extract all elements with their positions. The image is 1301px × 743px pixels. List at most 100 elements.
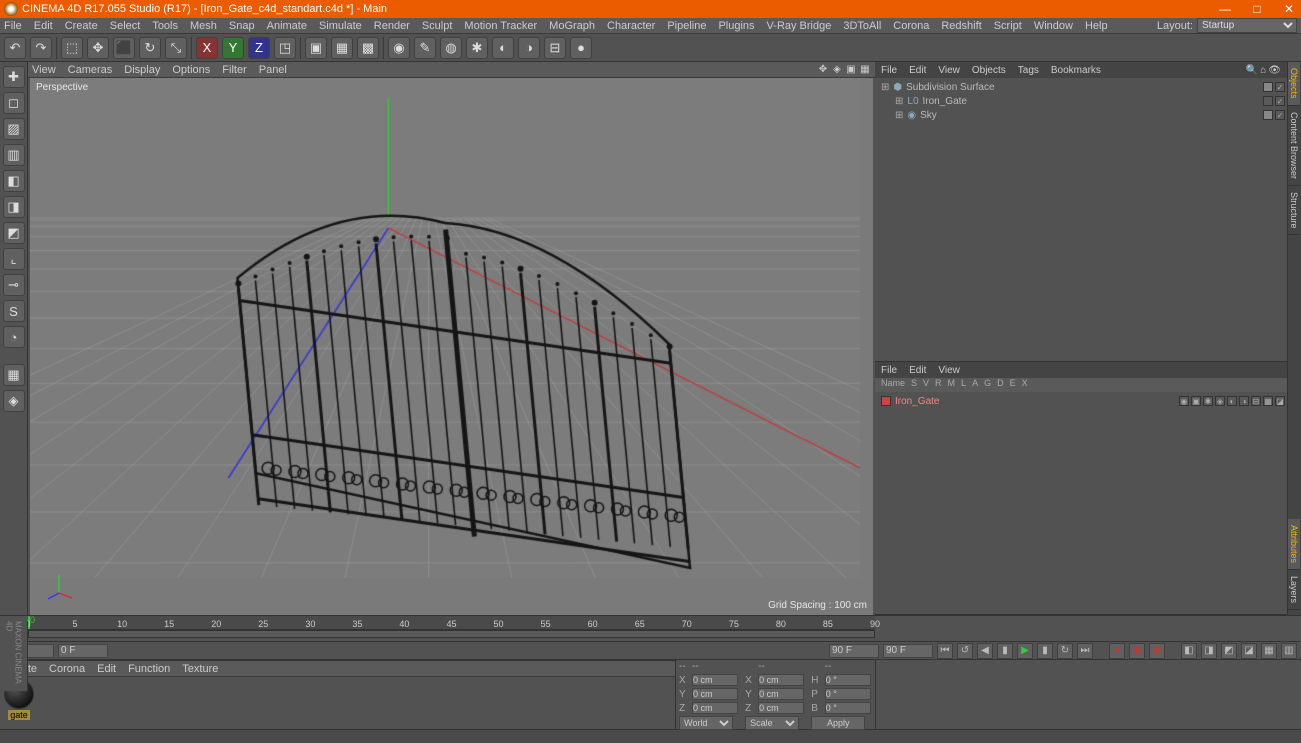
menu-3dtoall[interactable]: 3DToAll bbox=[843, 20, 881, 32]
attr-row-iron_gate[interactable]: Iron_Gate ◉▣✱◈◐◑⊟▦◪ bbox=[877, 394, 1285, 408]
menu-help[interactable]: Help bbox=[1085, 20, 1108, 32]
lefttool-btn-2[interactable]: ▨ bbox=[3, 118, 25, 140]
timeline-ruler[interactable]: 051015202530354045505560657075808590 bbox=[28, 616, 875, 630]
vpmenu-view[interactable]: View bbox=[32, 64, 56, 76]
toolbar-btn-7[interactable]: ⤡ bbox=[165, 37, 187, 59]
menu-pipeline[interactable]: Pipeline bbox=[667, 20, 706, 32]
lefttool-btn-12[interactable]: ▦ bbox=[3, 364, 25, 386]
coord-pos-X[interactable] bbox=[692, 674, 738, 686]
toolbar-btn-6[interactable]: ↻ bbox=[139, 37, 161, 59]
toolbar-btn-22[interactable]: ◐ bbox=[492, 37, 514, 59]
menu-corona[interactable]: Corona bbox=[893, 20, 929, 32]
menu-snap[interactable]: Snap bbox=[229, 20, 255, 32]
toolbar-btn-9[interactable]: X bbox=[196, 37, 218, 59]
toolbar-btn-16[interactable]: ▩ bbox=[357, 37, 379, 59]
lefttool-btn-0[interactable]: ✚ bbox=[3, 66, 25, 88]
keyfilter-btn-1[interactable]: ◨ bbox=[1201, 643, 1217, 659]
toolbar-btn-21[interactable]: ✱ bbox=[466, 37, 488, 59]
maximize-button[interactable]: □ bbox=[1249, 2, 1265, 16]
coord-scale-X[interactable] bbox=[758, 674, 804, 686]
playback-btn-1[interactable]: ↺ bbox=[957, 643, 973, 659]
coord-rot-H[interactable] bbox=[825, 674, 871, 686]
object-row-subdivision-surface[interactable]: ⊞ ⬢ Subdivision Surface ✓ bbox=[877, 80, 1285, 94]
objmgr-menu-objects[interactable]: Objects bbox=[972, 65, 1006, 76]
matmgr-menu-texture[interactable]: Texture bbox=[182, 663, 218, 675]
lefttool-btn-10[interactable]: ◔ bbox=[3, 326, 25, 348]
toolbar-btn-24[interactable]: ⊟ bbox=[544, 37, 566, 59]
menu-script[interactable]: Script bbox=[994, 20, 1022, 32]
menu-v-ray-bridge[interactable]: V-Ray Bridge bbox=[767, 20, 832, 32]
coord-scale-dropdown[interactable]: Scale bbox=[745, 716, 799, 730]
coord-apply-button[interactable]: Apply bbox=[811, 716, 865, 730]
keyfilter-btn-5[interactable]: ▥ bbox=[1281, 643, 1297, 659]
playback-btn-4[interactable]: ▶ bbox=[1017, 643, 1033, 659]
menu-redshift[interactable]: Redshift bbox=[941, 20, 981, 32]
objmgr-menu-tags[interactable]: Tags bbox=[1018, 65, 1039, 76]
menu-render[interactable]: Render bbox=[374, 20, 410, 32]
frame-end-input[interactable] bbox=[883, 644, 933, 658]
menu-file[interactable]: File bbox=[4, 20, 22, 32]
coord-scale-Y[interactable] bbox=[758, 688, 804, 700]
vpmenu-cameras[interactable]: Cameras bbox=[68, 64, 113, 76]
viewport-quad-icon[interactable]: ▦ bbox=[859, 64, 871, 76]
matmgr-menu-corona[interactable]: Corona bbox=[49, 663, 85, 675]
toolbar-btn-3[interactable]: ⬚ bbox=[61, 37, 83, 59]
coord-pos-Y[interactable] bbox=[692, 688, 738, 700]
vpmenu-options[interactable]: Options bbox=[172, 64, 210, 76]
viewport-single-icon[interactable]: ▣ bbox=[845, 64, 857, 76]
lefttool-btn-8[interactable]: ⊸ bbox=[3, 274, 25, 296]
objmgr-menu-view[interactable]: View bbox=[938, 65, 960, 76]
toolbar-btn-4[interactable]: ✥ bbox=[87, 37, 109, 59]
menu-motion-tracker[interactable]: Motion Tracker bbox=[464, 20, 537, 32]
toolbar-btn-10[interactable]: Y bbox=[222, 37, 244, 59]
playback-btn-6[interactable]: ↻ bbox=[1057, 643, 1073, 659]
lefttool-btn-13[interactable]: ◈ bbox=[3, 390, 25, 412]
menu-sculpt[interactable]: Sculpt bbox=[422, 20, 453, 32]
coord-mode-dropdown[interactable]: World bbox=[679, 716, 733, 730]
lefttool-btn-4[interactable]: ◧ bbox=[3, 170, 25, 192]
record-btn-0[interactable]: ● bbox=[1109, 643, 1125, 659]
vpmenu-display[interactable]: Display bbox=[124, 64, 160, 76]
keyfilter-btn-3[interactable]: ◪ bbox=[1241, 643, 1257, 659]
object-tree[interactable]: ⊞ ⬢ Subdivision Surface ✓⊞ L0 Iron_Gate … bbox=[875, 78, 1287, 361]
expand-icon[interactable]: ⊞ bbox=[895, 96, 903, 107]
expand-icon[interactable]: ⊞ bbox=[881, 82, 889, 93]
vtab-content-browser[interactable]: Content Browser bbox=[1288, 106, 1300, 186]
coord-pos-Z[interactable] bbox=[692, 702, 738, 714]
toolbar-btn-1[interactable]: ↷ bbox=[30, 37, 52, 59]
playback-btn-5[interactable]: ▮ bbox=[1037, 643, 1053, 659]
menu-tools[interactable]: Tools bbox=[152, 20, 178, 32]
menu-mograph[interactable]: MoGraph bbox=[549, 20, 595, 32]
toolbar-btn-5[interactable]: ⬛ bbox=[113, 37, 135, 59]
menu-window[interactable]: Window bbox=[1034, 20, 1073, 32]
matmgr-menu-function[interactable]: Function bbox=[128, 663, 170, 675]
lefttool-btn-1[interactable]: ◻ bbox=[3, 92, 25, 114]
menu-plugins[interactable]: Plugins bbox=[718, 20, 754, 32]
search-icon[interactable]: 🔍 bbox=[1246, 65, 1258, 76]
record-btn-2[interactable]: ◉ bbox=[1149, 643, 1165, 659]
viewport-config-icon[interactable]: ✥ bbox=[817, 64, 829, 76]
frame-playstart-input[interactable] bbox=[58, 644, 108, 658]
vpmenu-filter[interactable]: Filter bbox=[222, 64, 246, 76]
layout-dropdown[interactable]: Startup bbox=[1197, 18, 1297, 33]
toolbar-btn-0[interactable]: ↶ bbox=[4, 37, 26, 59]
toolbar-btn-14[interactable]: ▣ bbox=[305, 37, 327, 59]
lefttool-btn-7[interactable]: ⌞ bbox=[3, 248, 25, 270]
playback-btn-7[interactable]: ⏭ bbox=[1077, 643, 1093, 659]
menu-character[interactable]: Character bbox=[607, 20, 655, 32]
toolbar-btn-19[interactable]: ✎ bbox=[414, 37, 436, 59]
vtab-structure[interactable]: Structure bbox=[1288, 186, 1300, 236]
vtab-objects[interactable]: Objects bbox=[1288, 62, 1300, 106]
objmgr-menu-bookmarks[interactable]: Bookmarks bbox=[1051, 65, 1101, 76]
lefttool-btn-3[interactable]: ▥ bbox=[3, 144, 25, 166]
menu-select[interactable]: Select bbox=[110, 20, 141, 32]
close-button[interactable]: ✕ bbox=[1281, 2, 1297, 16]
toolbar-btn-23[interactable]: ◑ bbox=[518, 37, 540, 59]
perspective-viewport[interactable]: Perspective Grid Spacing : 100 cm bbox=[30, 78, 873, 615]
coord-rot-P[interactable] bbox=[825, 688, 871, 700]
coord-scale-Z[interactable] bbox=[758, 702, 804, 714]
object-row-sky[interactable]: ⊞ ◉ Sky ✓ bbox=[877, 108, 1285, 122]
menu-animate[interactable]: Animate bbox=[267, 20, 307, 32]
keyfilter-btn-4[interactable]: ▦ bbox=[1261, 643, 1277, 659]
expand-icon[interactable]: ⊞ bbox=[895, 110, 903, 121]
